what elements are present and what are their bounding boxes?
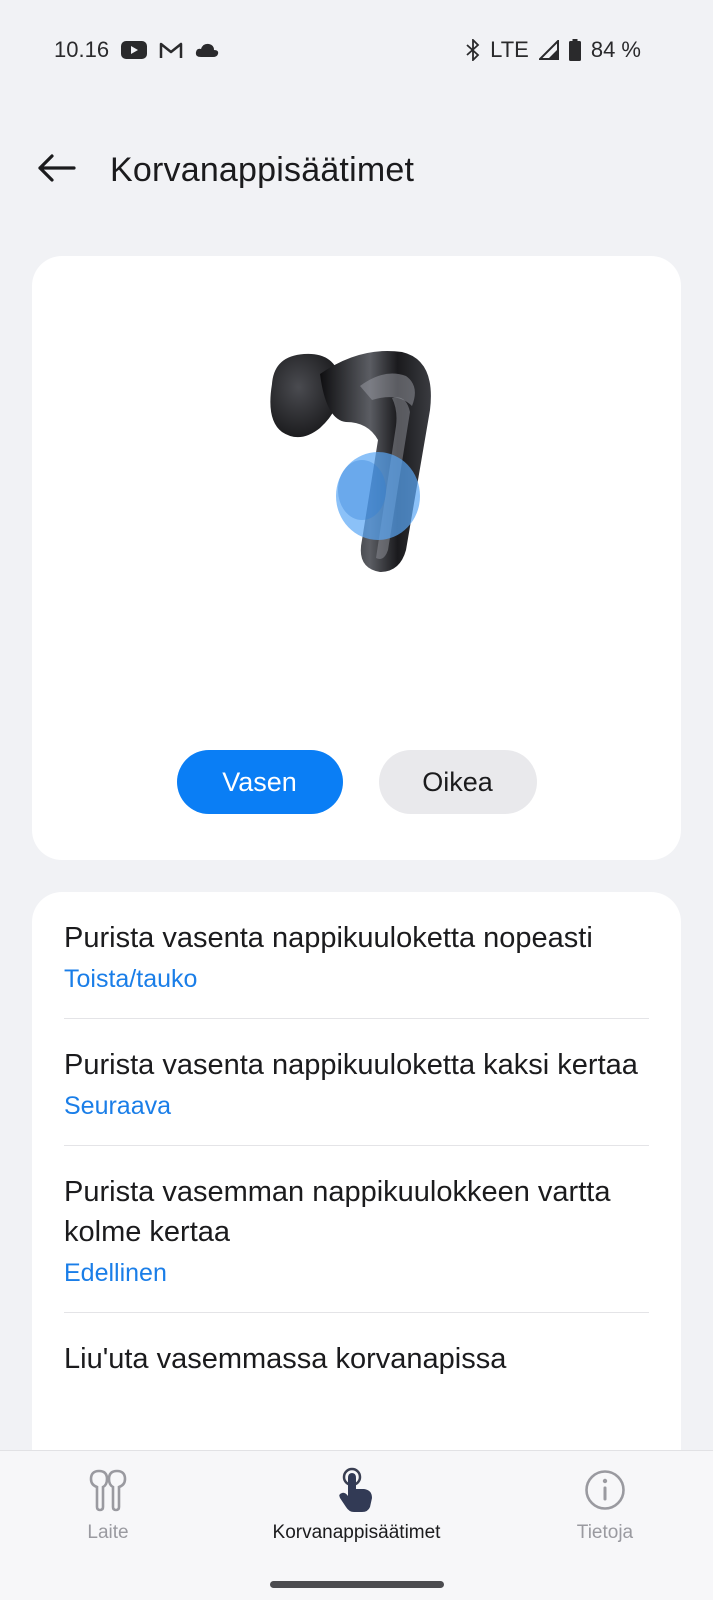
gmail-icon	[159, 41, 183, 59]
info-icon	[582, 1467, 628, 1518]
battery-icon	[568, 39, 581, 61]
right-side-button[interactable]: Oikea	[378, 750, 537, 814]
setting-value: Seuraava	[64, 1092, 172, 1120]
earbud-panel: Vasen Oikea	[32, 256, 681, 860]
setting-item-double-squeeze[interactable]: Purista vasenta nappikuuloketta kaksi ke…	[32, 1019, 681, 1145]
bottom-nav: Laite Korvanappisäätimet Tietoja	[0, 1450, 713, 1600]
network-type: LTE	[490, 37, 529, 62]
cloud-icon	[195, 42, 219, 58]
arrow-left-icon	[36, 153, 76, 188]
status-bar: 10.16 LTE 84 %	[0, 0, 713, 100]
signal-icon	[538, 40, 559, 60]
touch-hand-icon	[334, 1467, 380, 1518]
page-title: Korvanappisäätimet	[110, 150, 415, 189]
setting-value: Edellinen	[64, 1259, 167, 1287]
back-button[interactable]	[26, 140, 86, 200]
home-indicator[interactable]	[270, 1581, 444, 1588]
setting-item-swipe[interactable]: Liu'uta vasemmassa korvanapissa	[32, 1313, 681, 1401]
app-header: Korvanappisäätimet	[0, 130, 713, 210]
nav-item-info[interactable]: Tietoja	[497, 1451, 713, 1569]
nav-label: Laite	[87, 1522, 129, 1543]
bluetooth-icon	[466, 39, 480, 61]
youtube-icon	[121, 41, 148, 59]
setting-title: Purista vasemman nappikuulokkeen vartta …	[64, 1176, 611, 1248]
settings-list: Purista vasenta nappikuuloketta nopeasti…	[32, 892, 681, 1492]
setting-value: Toista/tauko	[64, 965, 198, 993]
earbuds-icon	[85, 1467, 131, 1518]
status-left: 10.16	[54, 37, 219, 63]
left-side-button[interactable]: Vasen	[176, 750, 343, 814]
nav-item-controls[interactable]: Korvanappisäätimet	[216, 1451, 497, 1569]
nav-item-device[interactable]: Laite	[0, 1451, 216, 1569]
setting-title: Liu'uta vasemmassa korvanapissa	[64, 1343, 507, 1375]
setting-item-triple-squeeze[interactable]: Purista vasemman nappikuulokkeen vartta …	[32, 1146, 681, 1312]
battery-percent: 84 %	[590, 37, 641, 62]
nav-label: Tietoja	[576, 1522, 634, 1543]
status-right: LTE 84 %	[466, 37, 641, 63]
setting-title: Purista vasenta nappikuuloketta kaksi ke…	[64, 1049, 638, 1081]
status-time: 10.16	[54, 37, 110, 62]
nav-label: Korvanappisäätimet	[272, 1522, 441, 1543]
earbud-image	[260, 340, 460, 600]
side-toggle: Vasen Oikea	[32, 750, 681, 814]
setting-title: Purista vasenta nappikuuloketta nopeasti	[64, 922, 593, 954]
setting-item-quick-squeeze[interactable]: Purista vasenta nappikuuloketta nopeasti…	[32, 892, 681, 1018]
